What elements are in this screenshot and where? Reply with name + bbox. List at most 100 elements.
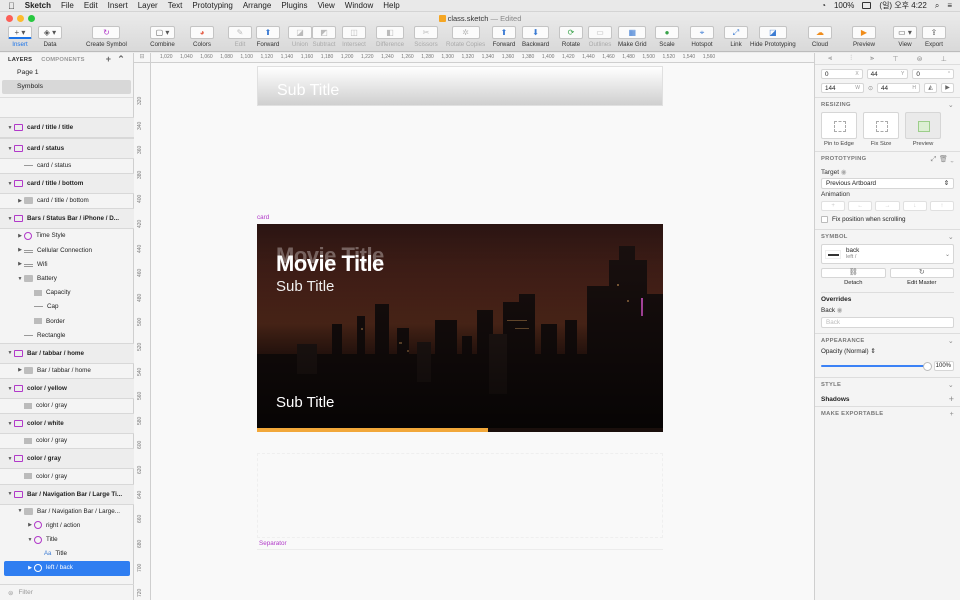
disclosure-triangle-icon[interactable]: ▶ <box>16 261 24 267</box>
menu-view[interactable]: View <box>318 1 335 10</box>
rotate-icon[interactable]: ⟳ <box>559 26 583 39</box>
disclosure-triangle-icon[interactable]: ▶ <box>16 198 24 204</box>
layer-artboard-row[interactable]: ▼ card / title / bottom <box>0 173 134 195</box>
layer-artboard-row[interactable]: ▼ color / gray <box>0 448 134 470</box>
menu-file[interactable]: File <box>61 1 74 10</box>
search-icon[interactable]: ⌕ <box>935 1 939 11</box>
backward-button[interactable]: ⬇ Backward <box>522 26 549 50</box>
filter-input[interactable]: Filter <box>18 589 32 596</box>
color-wheel-icon[interactable]: ◕ <box>190 26 214 39</box>
artboard-label-card[interactable]: card <box>257 214 269 221</box>
forward-icon[interactable]: ⬆ <box>492 26 516 39</box>
layer-row[interactable]: ▼ Bar / Navigation Bar / Large... <box>0 505 134 519</box>
hide-prototyping-button[interactable]: ◪ Hide Prototyping <box>750 26 796 50</box>
menu-help[interactable]: Help <box>383 1 399 10</box>
add-export-icon[interactable]: + <box>950 411 954 418</box>
symbol-picker[interactable]: back left / ⌄ <box>821 244 954 264</box>
disclosure-triangle-icon[interactable]: ▼ <box>6 386 14 392</box>
opacity-slider[interactable] <box>821 362 932 371</box>
disclosure-triangle-icon[interactable]: ▼ <box>6 216 14 222</box>
export-button[interactable]: ⇪ Export <box>922 26 946 50</box>
link-icon[interactable]: ⤢ <box>931 156 937 163</box>
colors-button[interactable]: ◕ Colors <box>190 26 214 50</box>
union-button[interactable]: ◪ Union <box>288 26 312 50</box>
play-icon[interactable]: ▶ <box>852 26 876 39</box>
target-select[interactable]: Previous Artboard ⇕ <box>821 178 954 189</box>
align-left-icon[interactable]: ⫷ <box>828 55 832 63</box>
empty-artboard[interactable] <box>257 453 663 538</box>
link-button[interactable]: ⤢ Link <box>724 26 748 50</box>
layer-artboard-row[interactable]: ▼ Bar / Navigation Bar / Large Ti... <box>0 483 134 505</box>
layer-row[interactable]: ▶ Time Style <box>0 229 134 243</box>
layer-row[interactable]: Cap <box>0 300 134 314</box>
opacity-value[interactable]: 100% <box>934 361 954 371</box>
chevron-down-icon[interactable]: ⌄ <box>948 233 954 241</box>
add-page-icon[interactable]: + <box>106 54 111 65</box>
artboard-label-separator[interactable]: Separator <box>259 540 287 547</box>
tab-components[interactable]: COMPONENTS <box>41 57 85 63</box>
apple-icon[interactable]:  <box>8 1 15 11</box>
intersect-icon[interactable]: ◫ <box>342 26 366 39</box>
align-top-icon[interactable]: ⊤ <box>892 55 898 63</box>
pin-to-edge-control[interactable] <box>821 112 857 139</box>
scale-icon[interactable]: ● <box>655 26 679 39</box>
fix-size-control[interactable] <box>863 112 899 139</box>
edit-button[interactable]: ✎ Edit <box>228 26 252 50</box>
card-artboard[interactable]: Movie Title Movie Title Sub Title Sub Ti… <box>257 224 663 432</box>
override-back-input[interactable]: Back <box>821 317 954 328</box>
layer-row[interactable]: card / status <box>0 159 134 173</box>
layer-artboard-row[interactable]: ▼ Bar / tabbar / home <box>0 342 134 364</box>
layer-row[interactable]: ▶ card / title / bottom <box>0 194 134 208</box>
rotate-button[interactable]: ⟳ Rotate <box>559 26 583 50</box>
align-center-icon[interactable]: ⫶ <box>850 55 852 63</box>
menu-prototyping[interactable]: Prototyping <box>192 1 232 10</box>
layer-row-selected[interactable]: ▶ left / back <box>4 561 130 576</box>
rotate-copies-icon[interactable]: ✲ <box>451 26 480 39</box>
anim-none-icon[interactable]: + <box>821 201 846 211</box>
chevron-down-icon[interactable]: ⌄ <box>948 381 954 389</box>
layer-artboard-row[interactable]: ▼ Bars / Status Bar / iPhone / D... <box>0 208 134 230</box>
export-icon[interactable]: ⇪ <box>922 26 946 39</box>
combine-icon[interactable]: ▢ ▾ <box>150 26 175 39</box>
subtract-button[interactable]: ◩ Subtract <box>312 26 336 50</box>
chevron-down-icon[interactable]: ⌄ <box>950 156 954 163</box>
layer-row[interactable]: color / gray <box>0 469 134 483</box>
width-field[interactable]: 144 W <box>821 83 864 93</box>
anim-slide-left-icon[interactable]: ← <box>848 201 873 211</box>
flip-vertical-icon[interactable]: ▶ <box>941 83 954 93</box>
cloud-button[interactable]: ☁ Cloud <box>808 26 832 50</box>
disclosure-triangle-icon[interactable]: ▶ <box>16 367 24 373</box>
anim-slide-up-icon[interactable]: ↓ <box>902 201 927 211</box>
hotspot-button[interactable]: ⌖ Hotspot <box>690 26 714 50</box>
checkbox[interactable] <box>821 216 828 223</box>
lock-ratio-icon[interactable]: ⊙ <box>868 85 873 92</box>
disclosure-triangle-icon[interactable]: ▼ <box>6 421 14 427</box>
layer-artboard-row[interactable]: ▼ card / title / title <box>0 117 134 138</box>
menu-edit[interactable]: Edit <box>84 1 98 10</box>
opacity-label[interactable]: Opacity (Normal) ⇕ <box>821 348 876 355</box>
disclosure-triangle-icon[interactable]: ▼ <box>6 181 14 187</box>
layer-row[interactable]: ▶ Wifi <box>0 258 134 272</box>
layer-row[interactable]: ▼ Title <box>0 533 134 547</box>
rotate-copies-button[interactable]: ✲ Rotate Copies <box>446 26 485 50</box>
layer-row[interactable]: Capacity <box>0 286 134 300</box>
menu-plugins[interactable]: Plugins <box>281 1 307 10</box>
collapse-pages-icon[interactable]: ⌃ <box>117 54 125 65</box>
edit-master-button[interactable]: ↻ <box>889 268 954 278</box>
anim-slide-down-icon[interactable]: ↑ <box>929 201 955 211</box>
layer-row[interactable]: color / gray <box>0 434 134 448</box>
fix-position-checkbox[interactable]: Fix position when scrolling <box>821 216 954 229</box>
menu-window[interactable]: Window <box>345 1 373 10</box>
intersect-button[interactable]: ◫ Intersect <box>342 26 366 50</box>
outlines-icon[interactable]: ▭ <box>588 26 612 39</box>
tab-layers[interactable]: LAYERS <box>8 57 32 63</box>
cloud-icon[interactable]: ☁ <box>808 26 832 39</box>
disclosure-triangle-icon[interactable]: ▶ <box>26 565 34 571</box>
forward-button[interactable]: ⬆ Forward <box>256 26 280 50</box>
wifi-icon[interactable]: ◔ <box>821 1 826 10</box>
menu-arrange[interactable]: Arrange <box>243 1 271 10</box>
view-icon[interactable]: ▭ ▾ <box>893 26 917 39</box>
filter-bar[interactable]: ⊜ Filter <box>0 584 134 600</box>
disclosure-triangle-icon[interactable]: ▼ <box>16 276 24 282</box>
disclosure-triangle-icon[interactable]: ▶ <box>16 233 24 239</box>
